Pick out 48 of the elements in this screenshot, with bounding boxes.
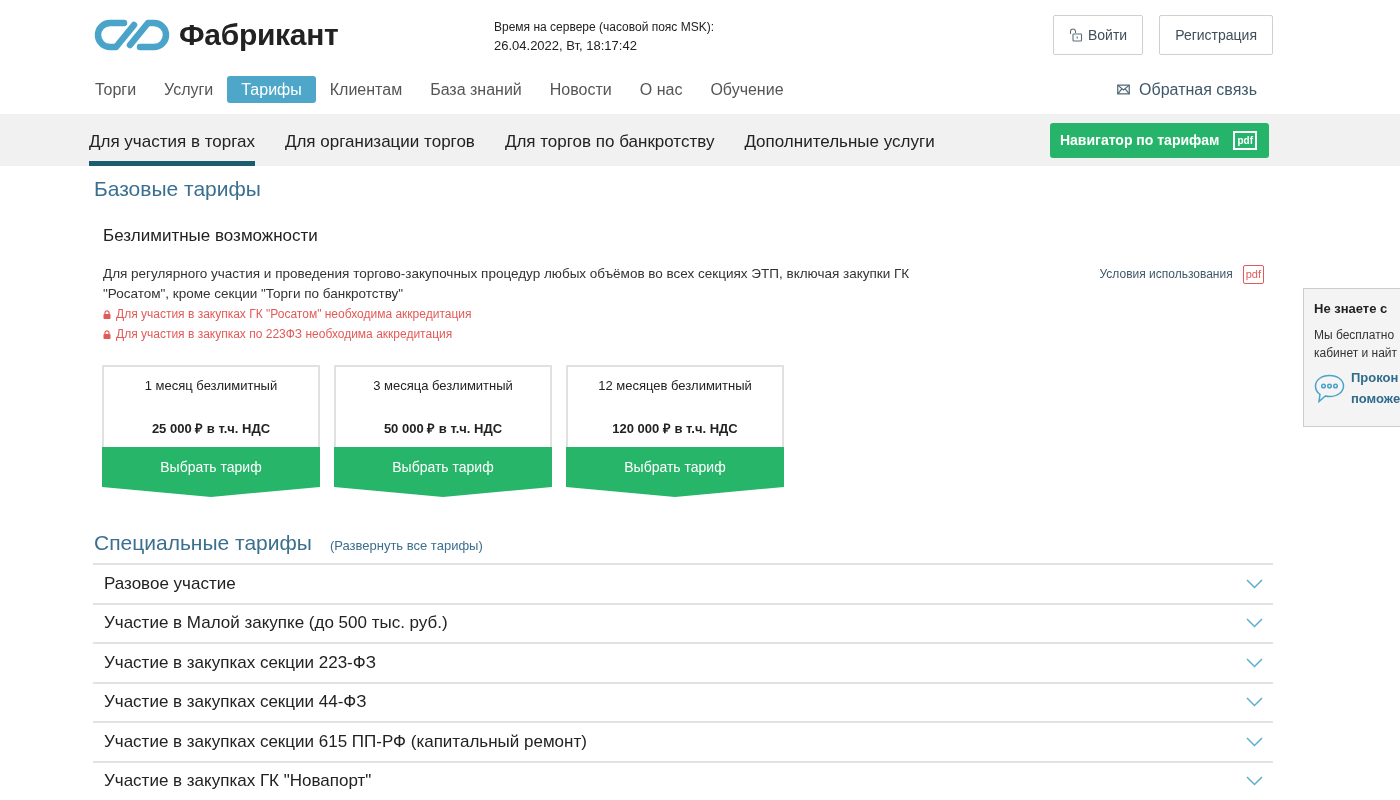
plan-name: 3 месяца безлимитный bbox=[372, 377, 514, 395]
expand-all-link[interactable]: (Развернуть все тарифы) bbox=[329, 538, 483, 553]
padlock-icon bbox=[1068, 28, 1083, 42]
nav-item[interactable]: О нас bbox=[625, 76, 697, 103]
nav-item[interactable]: База знаний bbox=[416, 76, 536, 103]
feedback-link[interactable]: Обратная связь bbox=[1117, 80, 1257, 99]
plan-price: 120 000 ₽ в т.ч. НДС bbox=[611, 420, 739, 438]
accordion-row[interactable]: Участие в Малой закупке (до 500 тыс. руб.) bbox=[93, 602, 1273, 642]
group-heading: Безлимитные возможности bbox=[103, 226, 319, 246]
logo-text: Фабрикант bbox=[179, 18, 339, 52]
plan-price: 50 000 ₽ в т.ч. НДС bbox=[382, 420, 504, 438]
description-text: Для регулярного участия и проведения торгово-закупочных процедур любых объёмов во всех секциях ЭТП, включая закупки ГК "Росатом", кроме секции "Торги по банкротству" bbox=[103, 265, 911, 303]
accreditation-note: Для участия в закупках по 223ФЗ необходима аккредитация bbox=[103, 324, 933, 344]
consultation-link[interactable]: Прокон поможе bbox=[1351, 367, 1400, 409]
tab[interactable]: Для организации торгов bbox=[284, 114, 475, 166]
nav-item[interactable]: Новости bbox=[535, 76, 626, 103]
padlock-icon bbox=[103, 329, 111, 339]
logo-icon bbox=[93, 18, 171, 52]
help-title: Не знаете с bbox=[1314, 301, 1389, 317]
accordion-row[interactable]: Разовое участие bbox=[93, 563, 1273, 603]
tab[interactable]: Для торгов по банкротству bbox=[504, 114, 715, 166]
plan-name: 12 месяцев безлимитный bbox=[597, 377, 753, 395]
accordion-row[interactable]: Участие в закупках ГК "Новапорт" bbox=[93, 760, 1273, 800]
accordion-row[interactable]: Участие в закупках секции 615 ПП-РФ (капитальный ремонт) bbox=[93, 721, 1273, 761]
pdf-badge[interactable]: pdf bbox=[1242, 265, 1264, 284]
tab[interactable]: Дополнительные услуги bbox=[744, 114, 935, 166]
tab[interactable]: Для участия в торгах bbox=[89, 114, 255, 166]
nav-item[interactable]: Клиентам bbox=[315, 76, 417, 103]
login-button[interactable]: Войти bbox=[1052, 15, 1144, 55]
section-heading: Специальные тарифы bbox=[94, 531, 312, 555]
accreditation-note: Для участия в закупках ГК "Росатом" необходима аккредитация bbox=[103, 304, 933, 324]
server-time-label: Время на сервере (часовой пояс MSK): bbox=[494, 19, 715, 36]
terms-link[interactable]: Условия использования bbox=[1099, 264, 1233, 284]
pdf-badge: pdf bbox=[1233, 130, 1257, 150]
nav-item[interactable]: Услуги bbox=[150, 76, 228, 103]
nav-item[interactable]: Обучение bbox=[696, 76, 798, 103]
chat-bubble-icon bbox=[1314, 373, 1345, 403]
accordion-row[interactable]: Участие в закупках секции 223-ФЗ bbox=[93, 642, 1273, 682]
nav-item[interactable]: Торги bbox=[81, 76, 151, 103]
plan-price: 25 000 ₽ в т.ч. НДС bbox=[150, 420, 272, 438]
section-heading: Базовые тарифы bbox=[94, 177, 262, 201]
padlock-icon bbox=[103, 309, 111, 319]
envelope-icon bbox=[1117, 84, 1131, 95]
plan-name: 1 месяц безлимитный bbox=[143, 377, 279, 395]
help-text: Мы бесплатно кабинет и найт bbox=[1314, 327, 1399, 362]
accordion-row[interactable]: Участие в закупках секции 44-ФЗ bbox=[93, 681, 1273, 721]
server-time-value: 26.04.2022, Вт, 18:17:42 bbox=[494, 37, 638, 55]
register-button[interactable]: Регистрация bbox=[1159, 15, 1273, 55]
